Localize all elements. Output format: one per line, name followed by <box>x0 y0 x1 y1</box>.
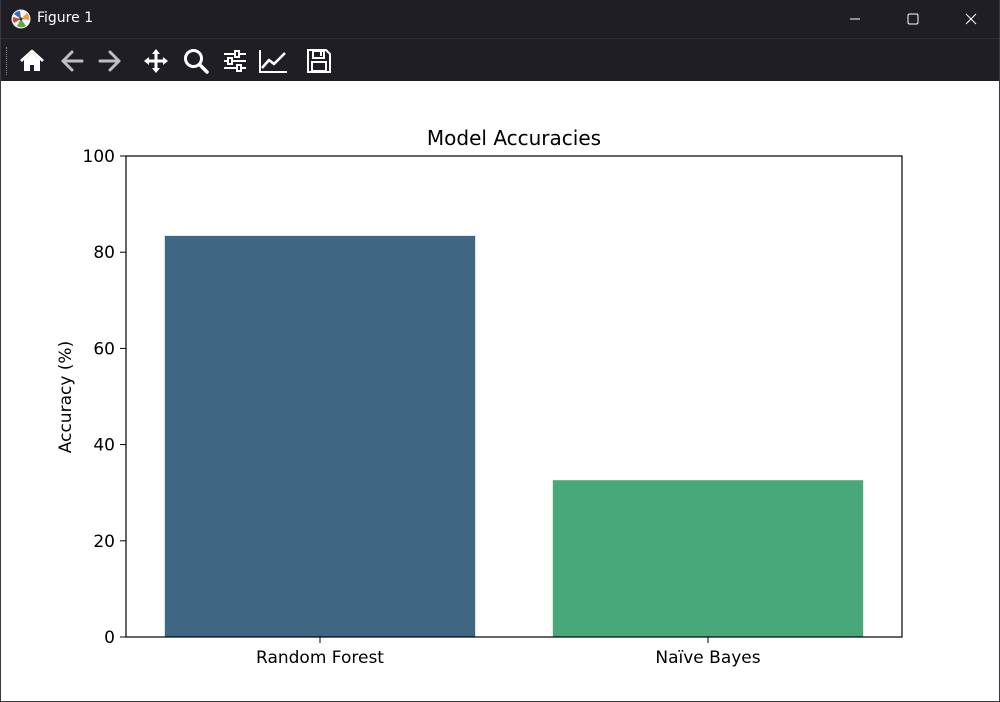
figure-window: Figure 1 Model Accuracies Accuracy (%) R… <box>0 0 1000 702</box>
edit-axis-button[interactable] <box>257 45 289 77</box>
bar-na-ve-bayes <box>552 480 864 637</box>
line-chart-icon <box>259 50 287 73</box>
magnifier-icon <box>184 49 209 74</box>
y-axis-label: Accuracy (%) <box>56 341 76 453</box>
bar-chart: Model Accuracies Accuracy (%) Random For… <box>56 126 903 668</box>
arrow-left-icon <box>61 50 84 72</box>
sliders-icon <box>224 50 246 72</box>
x-tick-label: Naïve Bayes <box>655 648 760 668</box>
figure-canvas[interactable]: Model Accuracies Accuracy (%) Random For… <box>1 81 999 701</box>
configure-subplots-button[interactable] <box>219 45 251 77</box>
y-tick-label: 40 <box>93 436 115 456</box>
home-icon <box>20 49 44 71</box>
matplotlib-logo-icon <box>11 9 31 29</box>
pan-button[interactable] <box>140 45 172 77</box>
title-bar[interactable]: Figure 1 <box>1 0 999 38</box>
y-tick-label: 60 <box>93 339 115 359</box>
close-button[interactable] <box>942 0 1000 38</box>
save-button[interactable] <box>303 45 335 77</box>
y-tick-label: 80 <box>93 243 115 263</box>
toolbar-grip[interactable] <box>6 47 9 75</box>
maximize-icon <box>907 13 919 25</box>
bar-random-forest <box>164 235 476 637</box>
back-button[interactable] <box>56 45 88 77</box>
chart-title: Model Accuracies <box>427 126 601 150</box>
zoom-button[interactable] <box>180 45 212 77</box>
navigation-toolbar <box>1 38 999 81</box>
y-tick-label: 100 <box>83 147 115 167</box>
minimize-button[interactable] <box>826 0 884 38</box>
forward-button[interactable] <box>94 45 126 77</box>
y-tick-label: 20 <box>93 532 115 552</box>
y-tick-label: 0 <box>104 628 115 648</box>
move-icon <box>144 49 168 73</box>
bars <box>164 235 864 637</box>
x-tick-label: Random Forest <box>256 648 384 668</box>
arrow-right-icon <box>98 50 121 72</box>
window-title: Figure 1 <box>37 10 94 26</box>
minimize-icon <box>850 18 860 20</box>
close-icon <box>965 13 977 25</box>
home-button[interactable] <box>16 45 48 77</box>
maximize-button[interactable] <box>884 0 942 38</box>
floppy-disk-icon <box>307 49 331 73</box>
